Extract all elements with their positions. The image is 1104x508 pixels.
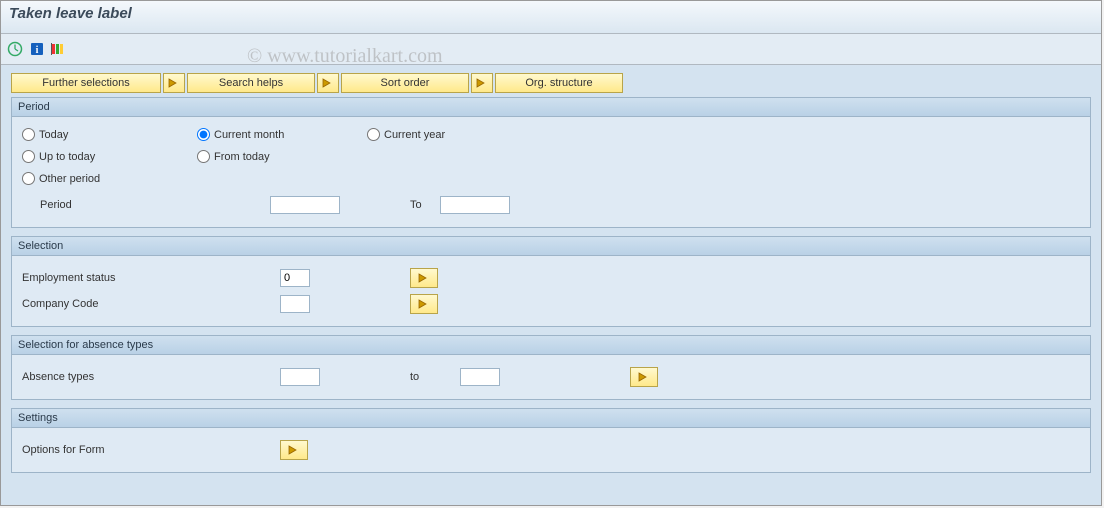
- absence-to-input[interactable]: [460, 368, 500, 386]
- radio-other-period-label: Other period: [39, 173, 100, 185]
- svg-text:i: i: [36, 45, 39, 56]
- settings-group: Settings Options for Form: [11, 408, 1091, 473]
- radio-today-label: Today: [39, 129, 68, 141]
- period-to-label: To: [410, 199, 440, 211]
- emp-status-more-button[interactable]: [410, 268, 438, 288]
- selection-buttons-row: Further selections Search helps Sort ord…: [11, 73, 1091, 93]
- period-label: Period: [22, 199, 270, 211]
- absence-types-group-header: Selection for absence types: [12, 336, 1090, 355]
- page-title: Taken leave label: [1, 1, 1101, 34]
- period-group: Period Today Current month: [11, 97, 1091, 228]
- radio-other-period[interactable]: Other period: [22, 172, 100, 185]
- radio-up-to-today-label: Up to today: [39, 151, 95, 163]
- variant-icon[interactable]: [51, 41, 67, 57]
- search-helps-button[interactable]: Search helps: [187, 73, 315, 93]
- period-to-input[interactable]: [440, 196, 510, 214]
- absence-types-more-button[interactable]: [630, 367, 658, 387]
- further-selections-button[interactable]: Further selections: [11, 73, 161, 93]
- company-code-label: Company Code: [22, 298, 280, 310]
- org-structure-arrow[interactable]: [471, 73, 493, 93]
- period-from-input[interactable]: [270, 196, 340, 214]
- radio-from-today-label: From today: [214, 151, 270, 163]
- settings-group-header: Settings: [12, 409, 1090, 428]
- radio-current-month-label: Current month: [214, 129, 284, 141]
- selection-group: Selection Employment status Company Code: [11, 236, 1091, 327]
- radio-current-year-label: Current year: [384, 129, 445, 141]
- emp-status-label: Employment status: [22, 272, 280, 284]
- radio-up-to-today[interactable]: Up to today: [22, 150, 95, 163]
- absence-types-group: Selection for absence types Absence type…: [11, 335, 1091, 400]
- absence-to-label: to: [410, 371, 460, 383]
- radio-current-year[interactable]: Current year: [367, 128, 445, 141]
- options-form-button[interactable]: [280, 440, 308, 460]
- radio-current-month[interactable]: Current month: [197, 128, 284, 141]
- absence-from-input[interactable]: [280, 368, 320, 386]
- radio-from-today[interactable]: From today: [197, 150, 270, 163]
- main-toolbar: i: [1, 34, 1101, 65]
- options-form-label: Options for Form: [22, 444, 280, 456]
- selection-group-header: Selection: [12, 237, 1090, 256]
- info-icon[interactable]: i: [29, 41, 45, 57]
- search-helps-arrow[interactable]: [163, 73, 185, 93]
- org-structure-button[interactable]: Org. structure: [495, 73, 623, 93]
- emp-status-input[interactable]: [280, 269, 310, 287]
- execute-icon[interactable]: [7, 41, 23, 57]
- absence-types-label: Absence types: [22, 371, 280, 383]
- company-code-more-button[interactable]: [410, 294, 438, 314]
- company-code-input[interactable]: [280, 295, 310, 313]
- sort-order-arrow[interactable]: [317, 73, 339, 93]
- radio-today[interactable]: Today: [22, 128, 68, 141]
- sort-order-button[interactable]: Sort order: [341, 73, 469, 93]
- period-group-header: Period: [12, 98, 1090, 117]
